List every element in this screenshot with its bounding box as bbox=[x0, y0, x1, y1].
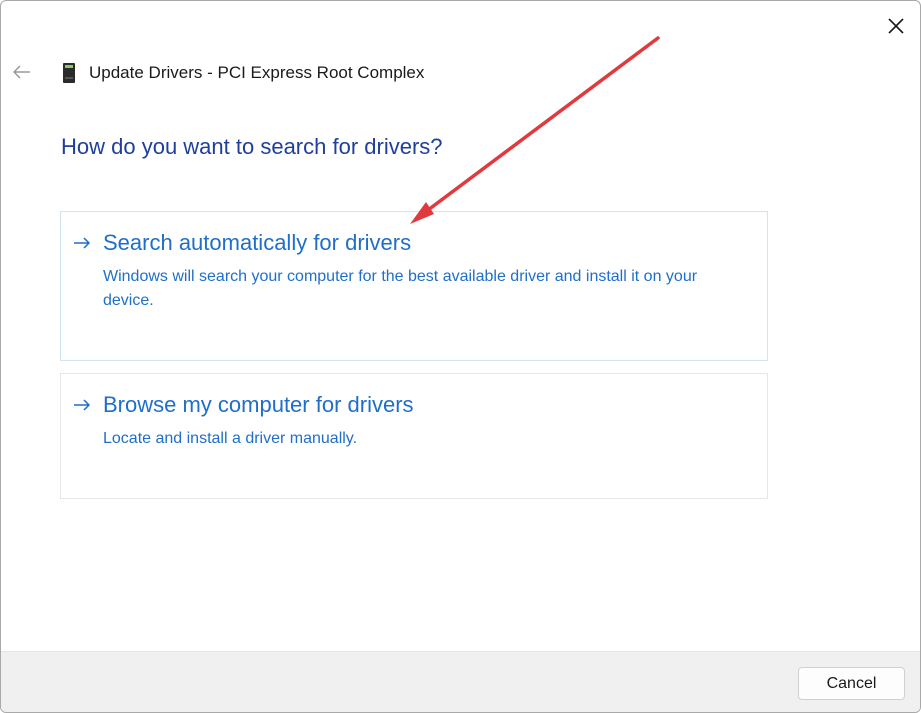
update-drivers-dialog: Update Drivers - PCI Express Root Comple… bbox=[0, 0, 921, 713]
back-arrow-icon bbox=[13, 65, 30, 79]
arrow-right-icon bbox=[71, 232, 93, 254]
browse-computer-option[interactable]: Browse my computer for drivers Locate an… bbox=[60, 373, 768, 499]
arrow-right-icon bbox=[71, 394, 93, 416]
option-description: Locate and install a driver manually. bbox=[103, 430, 358, 447]
option-title: Browse my computer for drivers bbox=[103, 392, 414, 417]
close-button[interactable] bbox=[873, 9, 919, 43]
option-title: Search automatically for drivers bbox=[103, 230, 412, 255]
cancel-button[interactable]: Cancel bbox=[798, 667, 905, 700]
option-description: Windows will search your computer for th… bbox=[103, 268, 698, 309]
search-automatically-option[interactable]: Search automatically for drivers Windows… bbox=[60, 211, 768, 361]
window-title: Update Drivers - PCI Express Root Comple… bbox=[89, 63, 425, 82]
back-button[interactable] bbox=[9, 59, 35, 85]
dialog-footer: Cancel bbox=[1, 651, 920, 712]
option-head: Browse my computer for drivers bbox=[71, 392, 414, 418]
close-icon bbox=[888, 18, 904, 34]
option-head: Search automatically for drivers bbox=[71, 230, 411, 256]
page-heading: How do you want to search for drivers? bbox=[61, 134, 443, 159]
title-bar: Update Drivers - PCI Express Root Comple… bbox=[59, 59, 424, 87]
device-icon bbox=[59, 61, 79, 85]
